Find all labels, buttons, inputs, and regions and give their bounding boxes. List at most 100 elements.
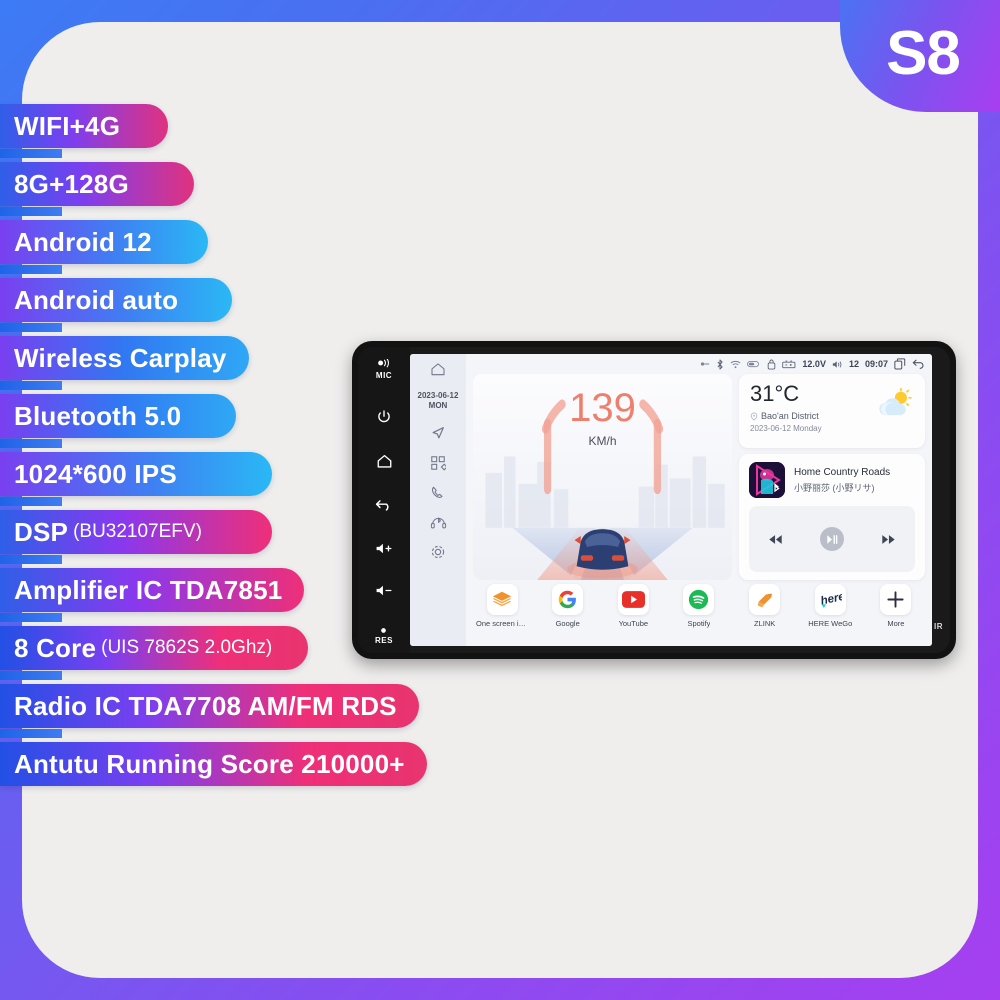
dock-app-label: Google bbox=[555, 619, 580, 628]
feature-badge: Bluetooth 5.0 bbox=[0, 394, 236, 438]
music-widget[interactable]: Home Country Roads 小野丽莎 (小野リサ) bbox=[739, 454, 925, 580]
play-pause-icon bbox=[827, 534, 838, 544]
dock-app-label: More bbox=[887, 619, 905, 628]
volume-value: 12 bbox=[848, 359, 859, 369]
feature-badge-wrapper: WIFI+4G bbox=[0, 104, 427, 158]
prev-track-icon[interactable] bbox=[768, 534, 783, 545]
feature-badge-label: Wireless Carplay bbox=[14, 342, 227, 373]
feature-badge-connector bbox=[0, 497, 62, 506]
widget-area: 139 KM/h 31°C Bao'an District 2023-06-12… bbox=[466, 374, 932, 580]
feature-badge-wrapper: Bluetooth 5.0 bbox=[0, 394, 427, 448]
feature-badge-wrapper: Amplifier IC TDA7851 bbox=[0, 568, 427, 622]
feature-badge: 8G+128G bbox=[0, 162, 194, 206]
here-wego-icon: here bbox=[814, 584, 846, 615]
feature-badge-connector bbox=[0, 149, 62, 158]
feature-badge-connector bbox=[0, 555, 62, 564]
feature-badge: Antutu Running Score 210000+ bbox=[0, 742, 427, 786]
recents-icon[interactable] bbox=[894, 358, 906, 370]
dock-app-label: Spotify bbox=[687, 619, 711, 628]
feature-badge: Radio IC TDA7708 AM/FM RDS bbox=[0, 684, 419, 728]
feature-badge-connector bbox=[0, 207, 62, 216]
google-icon bbox=[552, 584, 584, 615]
feature-badge-label: DSP bbox=[14, 516, 69, 547]
bluetooth-icon bbox=[717, 359, 724, 369]
feature-badge-label: Radio IC TDA7708 AM/FM RDS bbox=[14, 690, 397, 721]
feature-badge-connector bbox=[0, 729, 62, 738]
feature-badge-wrapper: 1024*600 IPS bbox=[0, 452, 427, 506]
speed-unit: KM/h bbox=[588, 434, 617, 448]
model-badge-label: S8 bbox=[886, 19, 961, 88]
car-battery-icon bbox=[782, 360, 796, 368]
next-track-icon[interactable] bbox=[881, 534, 896, 545]
voltage-value: 12.0V bbox=[802, 359, 826, 369]
music-title: Home Country Roads bbox=[794, 466, 891, 478]
feature-badge: WIFI+4G bbox=[0, 104, 168, 148]
feature-badge-label: 8 Core bbox=[14, 632, 97, 663]
status-bar: 12.0V 12 09:07 bbox=[466, 354, 932, 374]
dock-app-spotify[interactable]: Spotify bbox=[673, 584, 725, 628]
feature-badge-label: WIFI+4G bbox=[14, 110, 121, 141]
settings-icon[interactable] bbox=[430, 544, 446, 560]
dock-app-label: One screen in... bbox=[476, 619, 528, 628]
feature-badge-label: 8G+128G bbox=[14, 168, 129, 199]
feature-badge-label: Android 12 bbox=[14, 226, 152, 257]
home-icon[interactable] bbox=[430, 362, 446, 377]
feature-badge: Android auto bbox=[0, 278, 232, 322]
head-unit-bezel: MIC RES IR 2023-06-12 MON 12.0V 12 09:07… bbox=[358, 347, 950, 653]
feature-badge-sublabel: (UIS 7862S 2.0Ghz) bbox=[101, 637, 273, 658]
dock-app-youtube[interactable]: YouTube bbox=[607, 584, 659, 628]
phone-icon[interactable] bbox=[430, 485, 446, 501]
location-pin-icon bbox=[750, 412, 758, 421]
head-unit: MIC RES IR 2023-06-12 MON 12.0V 12 09:07… bbox=[352, 341, 956, 659]
feature-badge: Amplifier IC TDA7851 bbox=[0, 568, 305, 612]
sun-behind-cloud-icon bbox=[875, 387, 913, 423]
youtube-icon bbox=[617, 584, 649, 615]
feature-badge-wrapper: DSP (BU32107EFV) bbox=[0, 510, 427, 564]
dock-app-label: ZLINK bbox=[753, 619, 776, 628]
speed-value: 139 bbox=[569, 386, 636, 430]
feature-badge-label: Amplifier IC TDA7851 bbox=[14, 574, 283, 605]
feature-badge-connector bbox=[0, 323, 62, 332]
screen-content: 12.0V 12 09:07 139 KM/h 31°C Bao'an Dist… bbox=[466, 354, 932, 646]
weather-widget[interactable]: 31°C Bao'an District 2023-06-12 Monday bbox=[739, 374, 925, 448]
feature-badge-wrapper: Wireless Carplay bbox=[0, 336, 427, 390]
album-art bbox=[749, 462, 785, 498]
feature-badge-connector bbox=[0, 439, 62, 448]
ir-receiver-label: IR bbox=[934, 622, 943, 631]
lcd-screen: 2023-06-12 MON 12.0V 12 09:07 139 KM/h 3… bbox=[410, 354, 932, 646]
layers-icon bbox=[486, 584, 518, 615]
back-icon[interactable] bbox=[912, 359, 925, 370]
music-controls bbox=[749, 506, 915, 572]
feature-badge: 1024*600 IPS bbox=[0, 452, 272, 496]
feature-badge-wrapper: Antutu Running Score 210000+ bbox=[0, 742, 427, 786]
dock-app-google[interactable]: Google bbox=[542, 584, 594, 628]
navigation-icon[interactable] bbox=[430, 425, 446, 441]
dock-app-one-screen-in[interactable]: One screen in... bbox=[476, 584, 528, 628]
speed-widget-pane: 139 KM/h bbox=[473, 374, 732, 580]
feature-badge-connector bbox=[0, 613, 62, 622]
feature-badge-wrapper: 8 Core (UIS 7862S 2.0Ghz) bbox=[0, 626, 427, 680]
usb-icon bbox=[701, 362, 710, 366]
spotify-icon bbox=[683, 584, 715, 615]
clock-value: 09:07 bbox=[864, 359, 888, 369]
feature-badge-label: Android auto bbox=[14, 284, 179, 315]
volume-status-icon bbox=[832, 360, 842, 368]
feature-badge: Android 12 bbox=[0, 220, 208, 264]
music-artist: 小野丽莎 (小野リサ) bbox=[794, 482, 875, 493]
feature-badge-wrapper: Android auto bbox=[0, 278, 427, 332]
feature-badge-wrapper: Android 12 bbox=[0, 220, 427, 274]
feature-badge-connector bbox=[0, 381, 62, 390]
dock-app-more[interactable]: More bbox=[870, 584, 922, 628]
speed-widget[interactable]: 139 KM/h bbox=[473, 374, 732, 580]
feature-badge-sublabel: (BU32107EFV) bbox=[73, 521, 202, 542]
dock-app-here-wego[interactable]: here HERE WeGo bbox=[804, 584, 856, 628]
bluetooth-headset-icon[interactable] bbox=[430, 515, 447, 530]
music-track-row: Home Country Roads 小野丽莎 (小野リサ) bbox=[749, 462, 915, 498]
feature-badge-list: WIFI+4G 8G+128G Android 12 Android auto Wire… bbox=[0, 104, 427, 800]
feature-badge-wrapper: Radio IC TDA7708 AM/FM RDS bbox=[0, 684, 427, 738]
dock-app-zlink[interactable]: ZLINK bbox=[739, 584, 791, 628]
apps-grid-icon[interactable] bbox=[430, 455, 446, 471]
dock-app-label: YouTube bbox=[618, 619, 649, 628]
feature-badge: Wireless Carplay bbox=[0, 336, 249, 380]
play-pause-button[interactable] bbox=[819, 527, 844, 551]
